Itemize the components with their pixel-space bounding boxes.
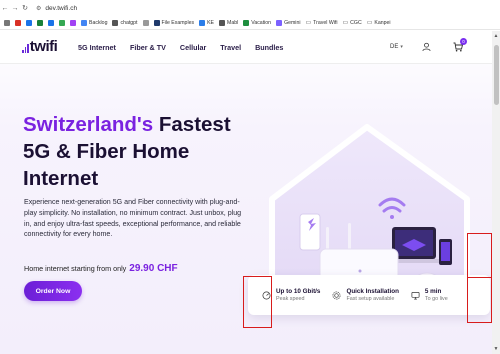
site-header: twifi 5G Internet Fiber & TV Cellular Tr…	[0, 31, 492, 64]
scroll-down-icon[interactable]: ▼	[492, 346, 500, 352]
bookmark-icon-5[interactable]	[59, 19, 65, 26]
bookmark-icon-2[interactable]	[26, 19, 32, 26]
hero-title-line-2: 5G & Fiber Home	[23, 140, 190, 163]
language-selector[interactable]: DE ▾	[390, 44, 403, 50]
hero-title: Switzerland's Fastest 5G & Fiber Home In…	[23, 111, 273, 192]
feature-speed-title: Up to 10 Gbit/s	[276, 288, 321, 295]
folder-icon: ▭	[366, 20, 373, 26]
folder-icon: ▭	[305, 20, 312, 26]
scroll-thumb[interactable]	[493, 45, 499, 105]
nav-cellular[interactable]: Cellular	[180, 43, 206, 52]
price-line: Home internet starting from only 29.90 C…	[24, 263, 178, 274]
feature-install: Quick Installation Fast setup available	[332, 288, 399, 302]
feature-golive-title: 5 min	[424, 288, 442, 295]
feature-golive: 5 min To go live	[411, 288, 448, 302]
nav-5g-internet[interactable]: 5G Internet	[78, 43, 116, 52]
bookmarks-bar: Backlog chatgpt File Examples KE Mabl Va…	[0, 16, 500, 30]
bookmark-gemini[interactable]: Gemini	[276, 19, 301, 26]
site-info-icon[interactable]: ⚙	[36, 5, 41, 12]
bookmark-icon-6[interactable]	[70, 19, 76, 26]
forward-icon[interactable]: →	[10, 5, 20, 12]
hero-title-line-3: Internet	[23, 167, 99, 190]
reload-icon[interactable]: ↻	[20, 4, 30, 12]
nav-bundles[interactable]: Bundles	[255, 43, 283, 52]
bookmark-travel-wifi[interactable]: ▭ Travel Wifi	[305, 19, 338, 27]
annotation-box-right-bottom	[467, 277, 492, 323]
user-icon[interactable]	[422, 42, 431, 52]
logo-text: twifi	[29, 38, 58, 55]
bookmark-cgc[interactable]: ▭ CGC	[342, 19, 361, 27]
language-label: DE	[390, 44, 399, 50]
feature-golive-sub: To go live	[424, 296, 448, 302]
feature-install-title: Quick Installation	[346, 288, 399, 295]
price-value: 29.90 CHF	[129, 263, 178, 274]
features-card: Up to 10 Gbit/s Peak speed Quick Install…	[248, 275, 490, 315]
bookmark-icon-4[interactable]	[48, 19, 54, 26]
url-text: dev.twifi.ch	[45, 4, 78, 12]
bookmark-icon-3[interactable]	[37, 19, 43, 26]
bookmark-file-examples[interactable]: File Examples	[153, 19, 194, 26]
gear-icon	[332, 291, 341, 299]
nav-fiber-tv[interactable]: Fiber & TV	[130, 43, 166, 52]
website: twifi 5G Internet Fiber & TV Cellular Tr…	[0, 31, 492, 354]
hero-title-accent: Switzerland's	[23, 113, 154, 136]
logo[interactable]: twifi	[22, 38, 58, 55]
hero-description: Experience next-generation 5G and Fiber …	[24, 198, 242, 239]
cart-count-badge: 0	[460, 38, 467, 45]
annotation-box-left	[243, 276, 272, 328]
address-bar[interactable]: ⚙ dev.twifi.ch	[36, 5, 77, 12]
price-prefix: Home internet starting from only	[24, 264, 127, 273]
feature-install-sub: Fast setup available	[346, 296, 395, 302]
bookmark-backlog[interactable]: Backlog	[81, 19, 107, 26]
feature-speed-sub: Peak speed	[276, 296, 305, 302]
hero-title-rest: Fastest	[153, 113, 231, 136]
browser-toolbar: ← → ↻ ⚙ dev.twifi.ch	[0, 0, 500, 16]
bookmark-icon-7[interactable]	[142, 19, 149, 26]
order-now-button[interactable]: Order Now	[24, 281, 82, 301]
monitor-icon	[411, 291, 420, 299]
back-icon[interactable]: ←	[0, 5, 10, 12]
bookmark-kanpei[interactable]: ▭ Kanpei	[366, 19, 391, 27]
scroll-up-icon[interactable]: ▲	[492, 33, 500, 39]
folder-icon: ▭	[342, 20, 349, 26]
logo-signal-icon	[22, 44, 29, 53]
gmail-bookmark-icon[interactable]	[15, 19, 21, 26]
nav-travel[interactable]: Travel	[220, 43, 241, 52]
chevron-down-icon: ▾	[400, 44, 403, 50]
page-scrollbar[interactable]: ▲ ▼	[492, 31, 500, 354]
bookmark-chatgpt[interactable]: chatgpt	[112, 19, 138, 26]
bookmark-vacation[interactable]: Vacation	[243, 19, 271, 26]
bookmark-ke[interactable]: KE	[199, 19, 214, 26]
bookmark-mabl[interactable]: Mabl	[219, 19, 238, 26]
apps-icon[interactable]	[4, 19, 10, 26]
main-nav: 5G Internet Fiber & TV Cellular Travel B…	[78, 43, 283, 52]
